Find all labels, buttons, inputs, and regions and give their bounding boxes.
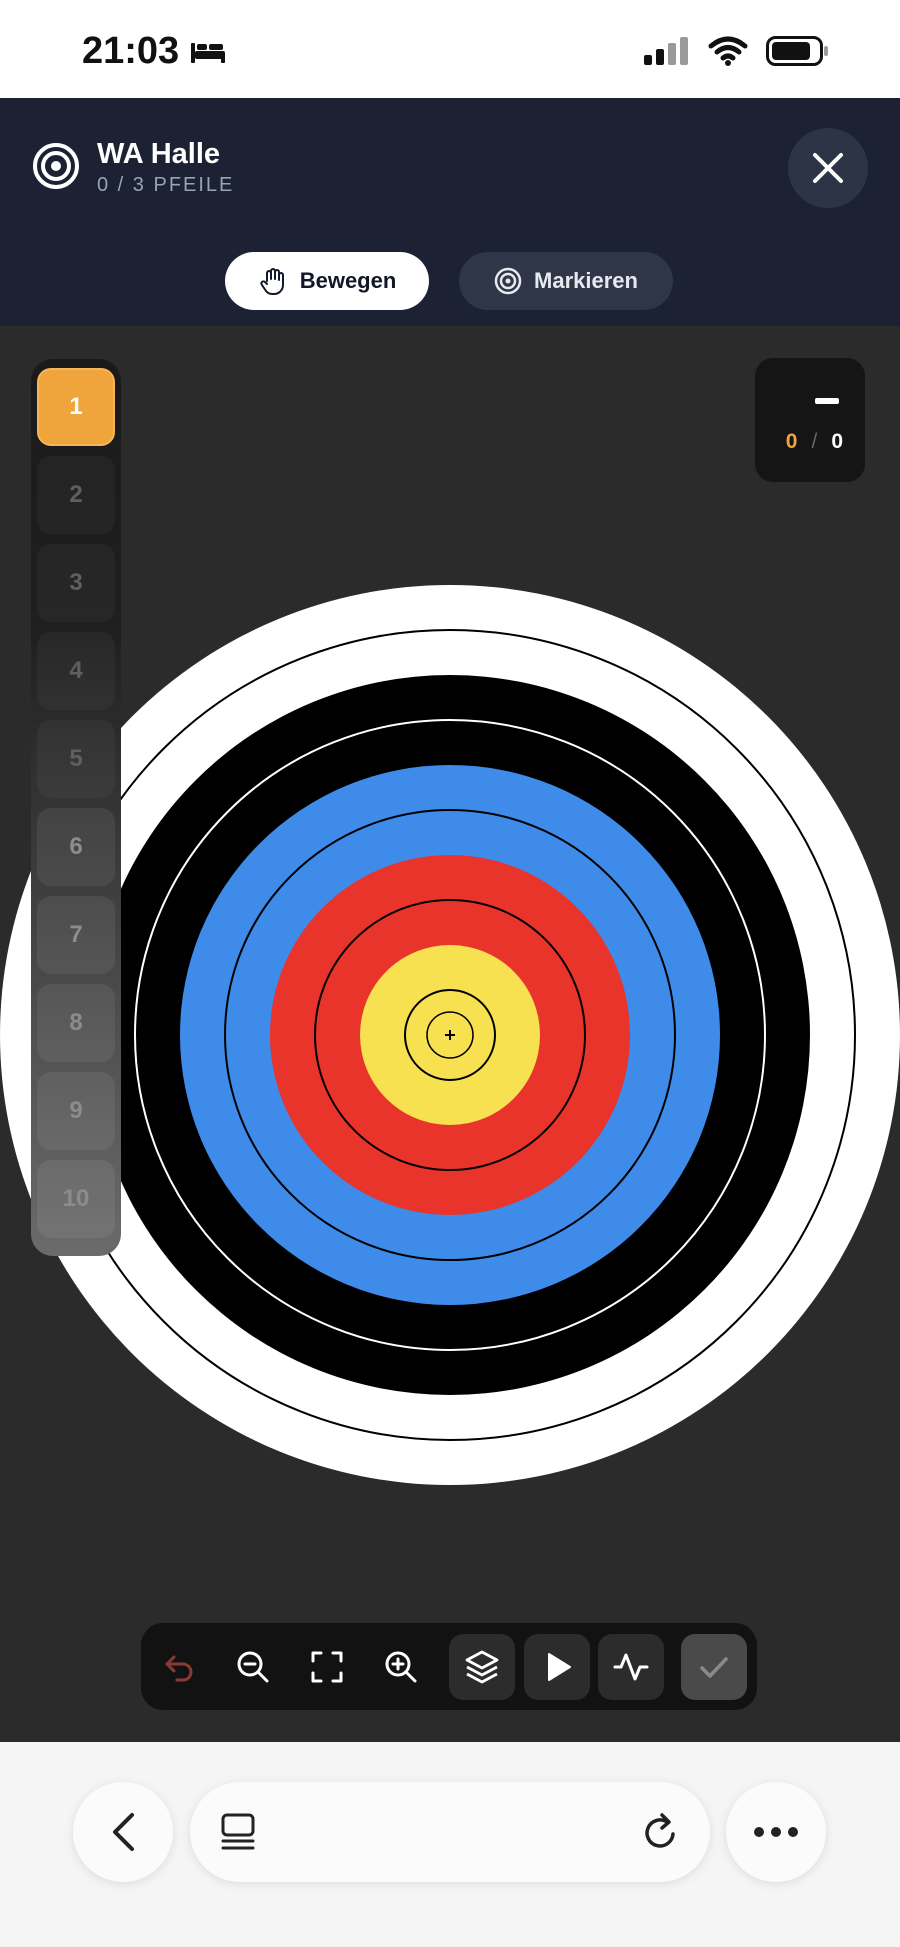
arrow-item-7[interactable]: 7 <box>37 896 115 974</box>
zoom-in-icon <box>385 1651 417 1683</box>
status-indicators <box>644 36 830 66</box>
status-bar: 21:03 <box>0 0 900 98</box>
back-button[interactable] <box>73 1782 173 1882</box>
arrow-item-4[interactable]: 4 <box>37 632 115 710</box>
target-icon <box>33 143 79 189</box>
undo-icon <box>165 1655 193 1682</box>
zoom-in-button[interactable] <box>368 1634 434 1700</box>
score-separator: / <box>811 430 818 453</box>
layers-button[interactable] <box>449 1634 515 1700</box>
target-icon <box>494 267 522 295</box>
zoom-out-button[interactable] <box>220 1634 286 1700</box>
arrow-item-9[interactable]: 9 <box>37 1072 115 1150</box>
mode-mark-button[interactable]: Markieren <box>459 252 673 310</box>
confirm-button[interactable] <box>681 1634 747 1700</box>
check-icon <box>700 1657 728 1678</box>
bottom-toolbar <box>141 1623 757 1710</box>
play-button[interactable] <box>524 1634 590 1700</box>
status-time: 21:03 <box>82 30 227 73</box>
arrow-item-6[interactable]: 6 <box>37 808 115 886</box>
browser-bar <box>0 1742 900 1947</box>
score-value <box>815 398 839 404</box>
close-icon <box>813 153 843 183</box>
more-icon <box>754 1827 798 1837</box>
arrow-counter: 0 / 3 PFEILE <box>97 174 235 196</box>
arrow-item-8[interactable]: 8 <box>37 984 115 1062</box>
page-title: WA Halle <box>97 138 221 170</box>
battery-icon <box>766 36 828 66</box>
clock-text: 21:03 <box>82 30 180 72</box>
app-header: WA Halle 0 / 3 PFEILE Bewegen Markieren <box>0 98 900 326</box>
back-icon <box>113 1813 134 1851</box>
bed-icon <box>191 42 226 63</box>
tabs-icon[interactable] <box>220 1812 256 1852</box>
score-hit: 0 <box>785 430 798 453</box>
mode-move-label: Bewegen <box>299 268 397 293</box>
undo-button[interactable] <box>146 1634 212 1700</box>
arrow-item-10[interactable]: 10 <box>37 1160 115 1238</box>
arrow-item-2[interactable]: 2 <box>37 456 115 534</box>
arrow-item-3[interactable]: 3 <box>37 544 115 622</box>
more-button[interactable] <box>726 1782 826 1882</box>
score-box: 0 / 0 <box>755 358 865 482</box>
play-icon <box>548 1653 571 1681</box>
fit-screen-icon <box>311 1651 343 1683</box>
target-face[interactable] <box>0 585 900 1485</box>
score-total: 0 <box>831 430 843 453</box>
arrow-item-1[interactable]: 1 <box>37 368 115 446</box>
signal-icon <box>644 37 688 65</box>
activity-icon <box>613 1653 649 1681</box>
reload-icon[interactable] <box>640 1810 680 1854</box>
zoom-out-icon <box>237 1651 269 1683</box>
fit-screen-button[interactable] <box>294 1634 360 1700</box>
layers-icon <box>465 1650 499 1684</box>
mode-mark-label: Markieren <box>534 268 638 293</box>
activity-button[interactable] <box>598 1634 664 1700</box>
close-button[interactable] <box>788 128 868 208</box>
hand-icon <box>260 268 284 295</box>
score-line: 0 / 0 <box>786 430 843 454</box>
arrow-list: 1 2 3 4 5 6 7 8 9 10 <box>31 359 121 1256</box>
address-bar[interactable] <box>190 1782 710 1882</box>
mode-move-button[interactable]: Bewegen <box>225 252 429 310</box>
wifi-icon <box>708 36 748 66</box>
arrow-item-5[interactable]: 5 <box>37 720 115 798</box>
